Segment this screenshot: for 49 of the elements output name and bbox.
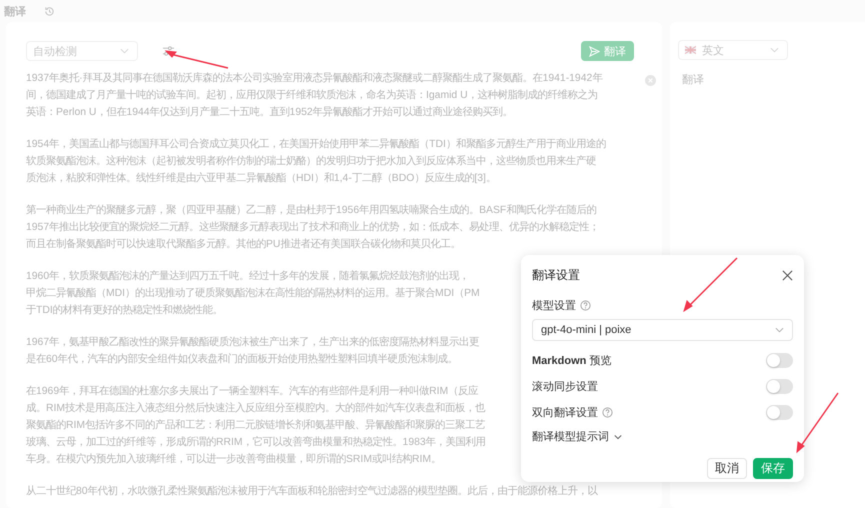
annotation-arrow <box>683 257 738 312</box>
model-label: 模型设置 <box>532 299 576 313</box>
toggle-switch[interactable] <box>766 404 793 420</box>
text-line: 玻璃、云母，加工过的纤维等，形成所谓的RRIM，它可以改善弯曲模量和热稳定性。1983年，美国利用 <box>26 435 486 450</box>
text-line: 间，德国建成了月产量十吨的试验车间。起初，应用仅限于纤维和软质泡沫，命名为英语：Igamid U，这种树脂制成的纤维称之为 <box>26 88 598 103</box>
target-language-select[interactable]: 英文 <box>678 40 788 60</box>
setting-label: Markdown 预览 <box>532 354 612 368</box>
toggle-switch[interactable] <box>766 352 793 368</box>
text-line: 是在60年代，汽车的内部安全组件如仪表盘和门的面板开始使用热塑性塑料回填半硬质泡沫制成。 <box>26 352 458 367</box>
text-line: 软质聚氨酯泡沫。这种泡沫（起初被发明者称作仿制的瑞士奶酪）的发明归功于把水加入到反应体系当中，这些物质也用来生产硬 <box>26 154 596 169</box>
text-line: 从二十世纪80年代初，水吹微孔柔性聚氨酯泡沫被用于汽车面板和轮胎密封空气过滤器的模型垫圈。此后，由于能源价格上升，以 <box>26 484 598 499</box>
save-button[interactable]: 保存 <box>753 458 793 479</box>
cancel-button[interactable]: 取消 <box>707 458 747 479</box>
prompt-section-toggle[interactable]: 翻译模型提示词 <box>532 429 622 444</box>
text-line: 第一种商业生产的聚醚多元醇，聚（四亚甲基醚）乙二醇，是由杜邦于1956年用四氢呋喃聚合生成的。BASF和陶氏化学在随后的 <box>26 203 596 218</box>
toggle-switch[interactable] <box>766 378 793 394</box>
text-line: 1960年，软质聚氨酯泡沫的产量达到四万五千吨。经过十多年的发展，随着氯氟烷烃鼓泡剂的出现， <box>26 269 470 284</box>
flag-icon <box>685 46 696 54</box>
text-line: 1937年奥托·拜耳及其同事在德国勒沃库森的法本公司实验室用液态异氰酸酯和液态聚醚或二醇聚酯生成了聚氨酯。在1941-1942年 <box>26 71 602 86</box>
text-line: 甲烷二异氰酸酯（MDI）的出现推动了硬质聚氨酯泡沫在高性能的隔热材料的运用。基于聚合MDI（PM <box>26 286 480 301</box>
text-line: 1957年推出比较便宜的聚烷烃二元醇。这些聚醚多元醇表现出了技术和商业上的优势，如：低成本、易处理、优异的水解稳定性； <box>26 220 600 235</box>
help-icon[interactable] <box>580 300 591 311</box>
text-line: 英语：Perlon U，但在1944年仅达到月产量二十五吨。直到1952年异氰酸酯才开始可以通过商业途径购买到。 <box>26 105 513 120</box>
text-line: 1967年，氨基甲酸乙酯改性的聚异氰酸酯硬质泡沫被生产出来了，生产出来的低密度隔热材料显示出更 <box>26 335 480 350</box>
app-title: 翻译 <box>4 4 26 18</box>
annotation-arrow <box>164 50 228 69</box>
chevron-down-icon <box>770 47 779 53</box>
text-line: 成。RIM技术是用高压注入液态组分然后快速注入反应组分至模腔内。大的部件如汽车仪表盘和面板，也 <box>26 401 486 416</box>
text-line: 车身。在模穴内预先加入玻璃纤维，可以进一步改善弯曲模量，即所谓的SRIM或叫结构RIM。 <box>26 452 442 467</box>
dialog-title: 翻译设置 <box>532 267 580 284</box>
clear-icon[interactable] <box>645 75 656 86</box>
setting-label: 双向翻译设置 <box>532 406 598 420</box>
help-icon[interactable] <box>602 406 613 418</box>
settings-icon[interactable] <box>162 45 175 57</box>
chevron-down-icon <box>120 48 129 54</box>
text-line: 质泡沫，粘胶和弹性体。线性纤维是由六亚甲基二异氰酸酯（HDI）和1,4-丁二醇（BDO）反应生成的[3]。 <box>26 171 496 186</box>
text-line: 聚氨酯的RIM包括许多不同的产品和工艺：利用二元胺链增长剂和氨基甲酸、异氰酸酯和聚脲的三聚工艺 <box>26 418 486 433</box>
model-select[interactable]: gpt-4o-mini | poixe <box>532 319 793 341</box>
text-line: 于TDI的材料有更好的热稳定性和燃烧性能。 <box>26 303 223 318</box>
history-icon[interactable] <box>44 6 55 16</box>
chevron-down-icon <box>614 434 622 440</box>
text-line: 1954年，美国孟山都与德国拜耳公司合资成立莫贝化工，在美国开始使用甲苯二异氰酸酯（TDI）和聚酯多元醇生产用于商业用途的 <box>26 137 606 152</box>
close-icon[interactable] <box>782 270 793 281</box>
setting-label: 滚动同步设置 <box>532 380 598 394</box>
chevron-down-icon <box>775 327 784 333</box>
annotation-arrow <box>796 392 839 454</box>
send-icon <box>589 46 600 56</box>
text-line: 在1969年，拜耳在德国的杜塞尔多夫展出了一辆全塑料车。汽车的有些部件是利用一种叫做RIM（反应 <box>26 384 478 399</box>
text-line: 而且在制备聚氨酯时可以快速取代聚酯多元醇。其他的PU推进者还有美国联合碳化物和莫贝化工。 <box>26 237 460 252</box>
